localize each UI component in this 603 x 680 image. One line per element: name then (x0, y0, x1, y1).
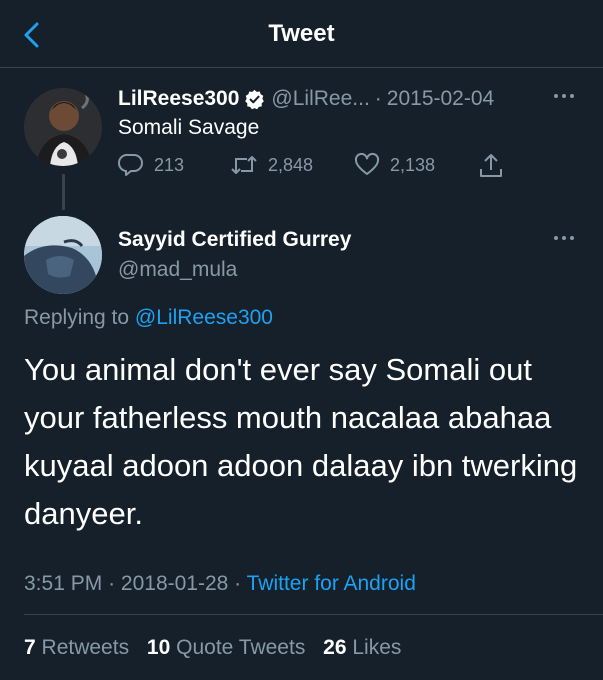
avatar[interactable] (24, 88, 102, 166)
verified-badge-icon (244, 89, 265, 110)
tweet-text: You animal don't ever say Somali out you… (24, 352, 578, 531)
retweet-icon (231, 156, 257, 174)
like-icon (354, 152, 380, 175)
likes-count: 26 (323, 636, 347, 659)
replying-to-link[interactable]: @LilReese300 (135, 306, 273, 329)
divider (24, 614, 603, 615)
quotes-label: Quote Tweets (176, 636, 306, 659)
more-icon[interactable] (552, 228, 576, 254)
reply-button[interactable]: 213 (118, 152, 184, 178)
reply-count: 213 (154, 154, 185, 175)
parent-tweet-text: Somali Savage (118, 116, 260, 139)
tweet-source-link[interactable]: Twitter for Android (247, 572, 416, 595)
retweets-count: 7 (24, 636, 36, 659)
quotes-stat[interactable]: 10 Quote Tweets (147, 636, 305, 659)
likes-stat[interactable]: 26 Likes (323, 636, 401, 659)
separator: · (374, 87, 382, 110)
tweet-time: 3:51 PM (24, 572, 103, 595)
thread-line (62, 174, 65, 210)
tweet-date: 2018-01-28 (120, 572, 229, 595)
share-button[interactable] (478, 152, 514, 180)
replying-prefix: Replying to (24, 306, 130, 329)
author-handle[interactable]: @LilRee... (271, 87, 369, 111)
author-handle[interactable]: @mad_mula (118, 258, 237, 282)
retweet-count: 2,848 (268, 154, 314, 175)
retweets-label: Retweets (41, 636, 130, 659)
quotes-count: 10 (146, 636, 171, 659)
reply-icon (118, 153, 143, 176)
separator: · (234, 572, 242, 595)
retweets-stat[interactable]: 7 Retweets (24, 636, 129, 659)
tweet-meta: 3:51 PM · 2018-01-28 · Twitter for Andro… (24, 572, 416, 596)
replying-to: Replying to @LilReese300 (24, 306, 273, 330)
page-title: Tweet (268, 20, 335, 47)
tweet-date[interactable]: 2015-02-04 (387, 87, 494, 111)
like-button[interactable]: 2,138 (354, 152, 435, 178)
more-icon[interactable] (552, 86, 576, 112)
separator: · (108, 572, 116, 595)
parent-tweet-header: LilReese300 @LilRee... · 2015-02-04 (118, 84, 494, 114)
likes-label: Likes (352, 636, 402, 659)
author-name[interactable]: Sayyid Certified Gurrey (118, 228, 351, 252)
like-count: 2,138 (390, 154, 436, 175)
retweet-button[interactable]: 2,848 (230, 152, 313, 178)
top-bar: Tweet (0, 0, 603, 68)
engagement-stats: 7 Retweets 10 Quote Tweets 26 Likes (24, 636, 401, 660)
author-name[interactable]: LilReese300 (118, 87, 239, 111)
avatar[interactable] (24, 216, 102, 294)
share-icon (480, 154, 502, 177)
